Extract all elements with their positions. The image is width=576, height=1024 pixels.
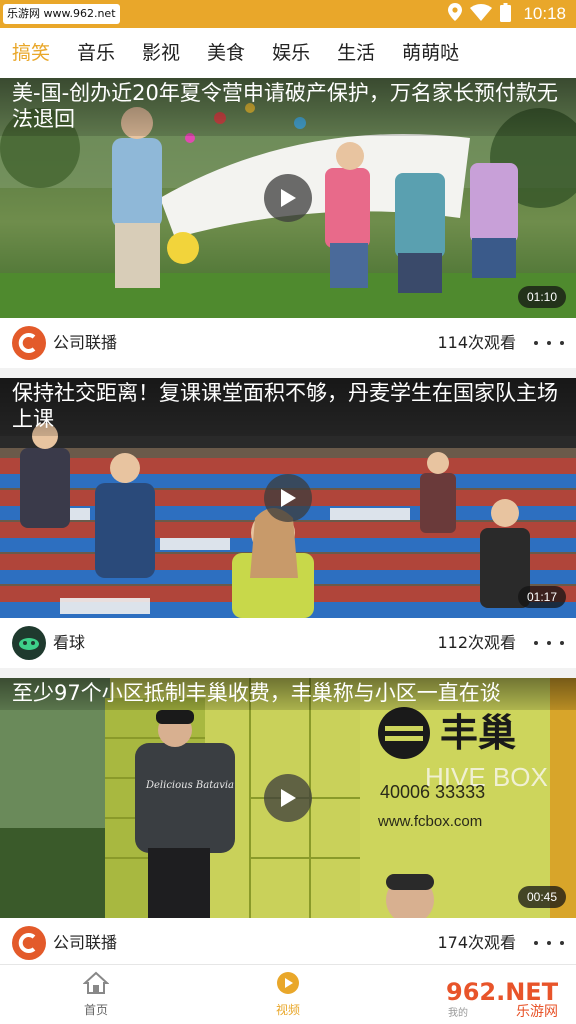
video-meta: 公司联播 114次观看: [0, 318, 576, 368]
status-icons: 10:18: [448, 0, 566, 28]
video-meta: 公司联播 174次观看: [0, 918, 576, 968]
bottom-navigation: 首页 视频 962.NET 我的 乐游网: [0, 964, 576, 1024]
category-tabs: 搞笑 音乐 影视 美食 娱乐 生活 萌萌哒: [0, 28, 576, 78]
c-logo-icon[interactable]: [12, 926, 46, 960]
tab-food[interactable]: 美食: [207, 28, 245, 78]
jacket-text: Delicious Batavia: [145, 780, 234, 791]
nav-video-label: 视频: [275, 1003, 300, 1017]
channel-name[interactable]: 公司联播: [53, 918, 117, 968]
clock: 10:18: [523, 4, 566, 23]
battery-icon: [500, 2, 512, 26]
view-count: 112次观看: [437, 633, 516, 652]
view-count: 114次观看: [437, 333, 516, 352]
tab-life[interactable]: 生活: [337, 28, 375, 78]
video-duration: 01:10: [517, 286, 566, 308]
video-meta: 看球 112次观看: [0, 618, 576, 668]
corner-watermark: 962.NET 我的 乐游网: [440, 972, 572, 1020]
video-card: 保持社交距离！复课课堂面积不够，丹麦学生在国家队主场上课 01:17 看球 11…: [0, 378, 576, 678]
location-icon: [448, 3, 463, 25]
ball-logo-icon[interactable]: [12, 626, 46, 660]
tab-cute[interactable]: 萌萌哒: [402, 28, 459, 78]
channel-name[interactable]: 公司联播: [53, 318, 117, 368]
video-title: 美-国-创办近20年夏令营申请破产保护，万名家长预付款无法退回: [0, 78, 576, 136]
site-watermark: 乐游网 www.962.net: [3, 4, 120, 24]
corner-watermark-small: 我的: [448, 1006, 468, 1019]
wifi-icon: [470, 3, 493, 25]
status-bar: 乐游网 www.962.net 10:18: [0, 0, 576, 28]
nav-video[interactable]: 视频: [248, 971, 328, 1018]
tab-funny[interactable]: 搞笑: [12, 28, 50, 78]
hivebox-logo-text: 丰巢: [440, 711, 516, 755]
play-button[interactable]: [264, 474, 312, 522]
play-circle-icon: [277, 972, 299, 994]
video-title: 保持社交距离！复课课堂面积不够，丹麦学生在国家队主场上课: [0, 378, 576, 436]
corner-watermark-sub: 乐游网: [516, 1004, 558, 1020]
play-icon: [281, 489, 296, 507]
corner-watermark-brand: 962.NET: [446, 978, 559, 1006]
tab-entertainment[interactable]: 娱乐: [272, 28, 310, 78]
play-icon: [281, 189, 296, 207]
channel-name[interactable]: 看球: [53, 618, 85, 668]
video-thumbnail[interactable]: 保持社交距离！复课课堂面积不够，丹麦学生在国家队主场上课 01:17: [0, 378, 576, 618]
video-card: 丰巢 HIVE BOX 40006 33333 www.fcbox.com De…: [0, 678, 576, 968]
hivebox-phone-text: 40006 33333: [380, 782, 485, 802]
view-count: 174次观看: [437, 933, 516, 952]
video-card: 美-国-创办近20年夏令营申请破产保护，万名家长预付款无法退回 01:10 公司…: [0, 78, 576, 378]
more-options-icon[interactable]: [534, 636, 564, 650]
nav-home[interactable]: 首页: [56, 971, 136, 1018]
hivebox-web-text: www.fcbox.com: [377, 813, 482, 830]
home-icon: [82, 971, 110, 994]
video-title: 至少97个小区抵制丰巢收费，丰巢称与小区一直在谈: [0, 678, 576, 710]
tab-music[interactable]: 音乐: [77, 28, 115, 78]
video-duration: 01:17: [517, 586, 566, 608]
c-logo-icon[interactable]: [12, 326, 46, 360]
more-options-icon[interactable]: [534, 336, 564, 350]
video-thumbnail[interactable]: 丰巢 HIVE BOX 40006 33333 www.fcbox.com De…: [0, 678, 576, 918]
nav-home-label: 首页: [83, 1003, 108, 1017]
video-thumbnail[interactable]: 美-国-创办近20年夏令营申请破产保护，万名家长预付款无法退回 01:10: [0, 78, 576, 318]
card-divider: [0, 368, 576, 378]
play-button[interactable]: [264, 774, 312, 822]
video-duration: 00:45: [517, 886, 566, 908]
tab-movies[interactable]: 影视: [142, 28, 180, 78]
more-options-icon[interactable]: [534, 936, 564, 950]
play-icon: [281, 789, 296, 807]
card-divider: [0, 668, 576, 678]
play-button[interactable]: [264, 174, 312, 222]
